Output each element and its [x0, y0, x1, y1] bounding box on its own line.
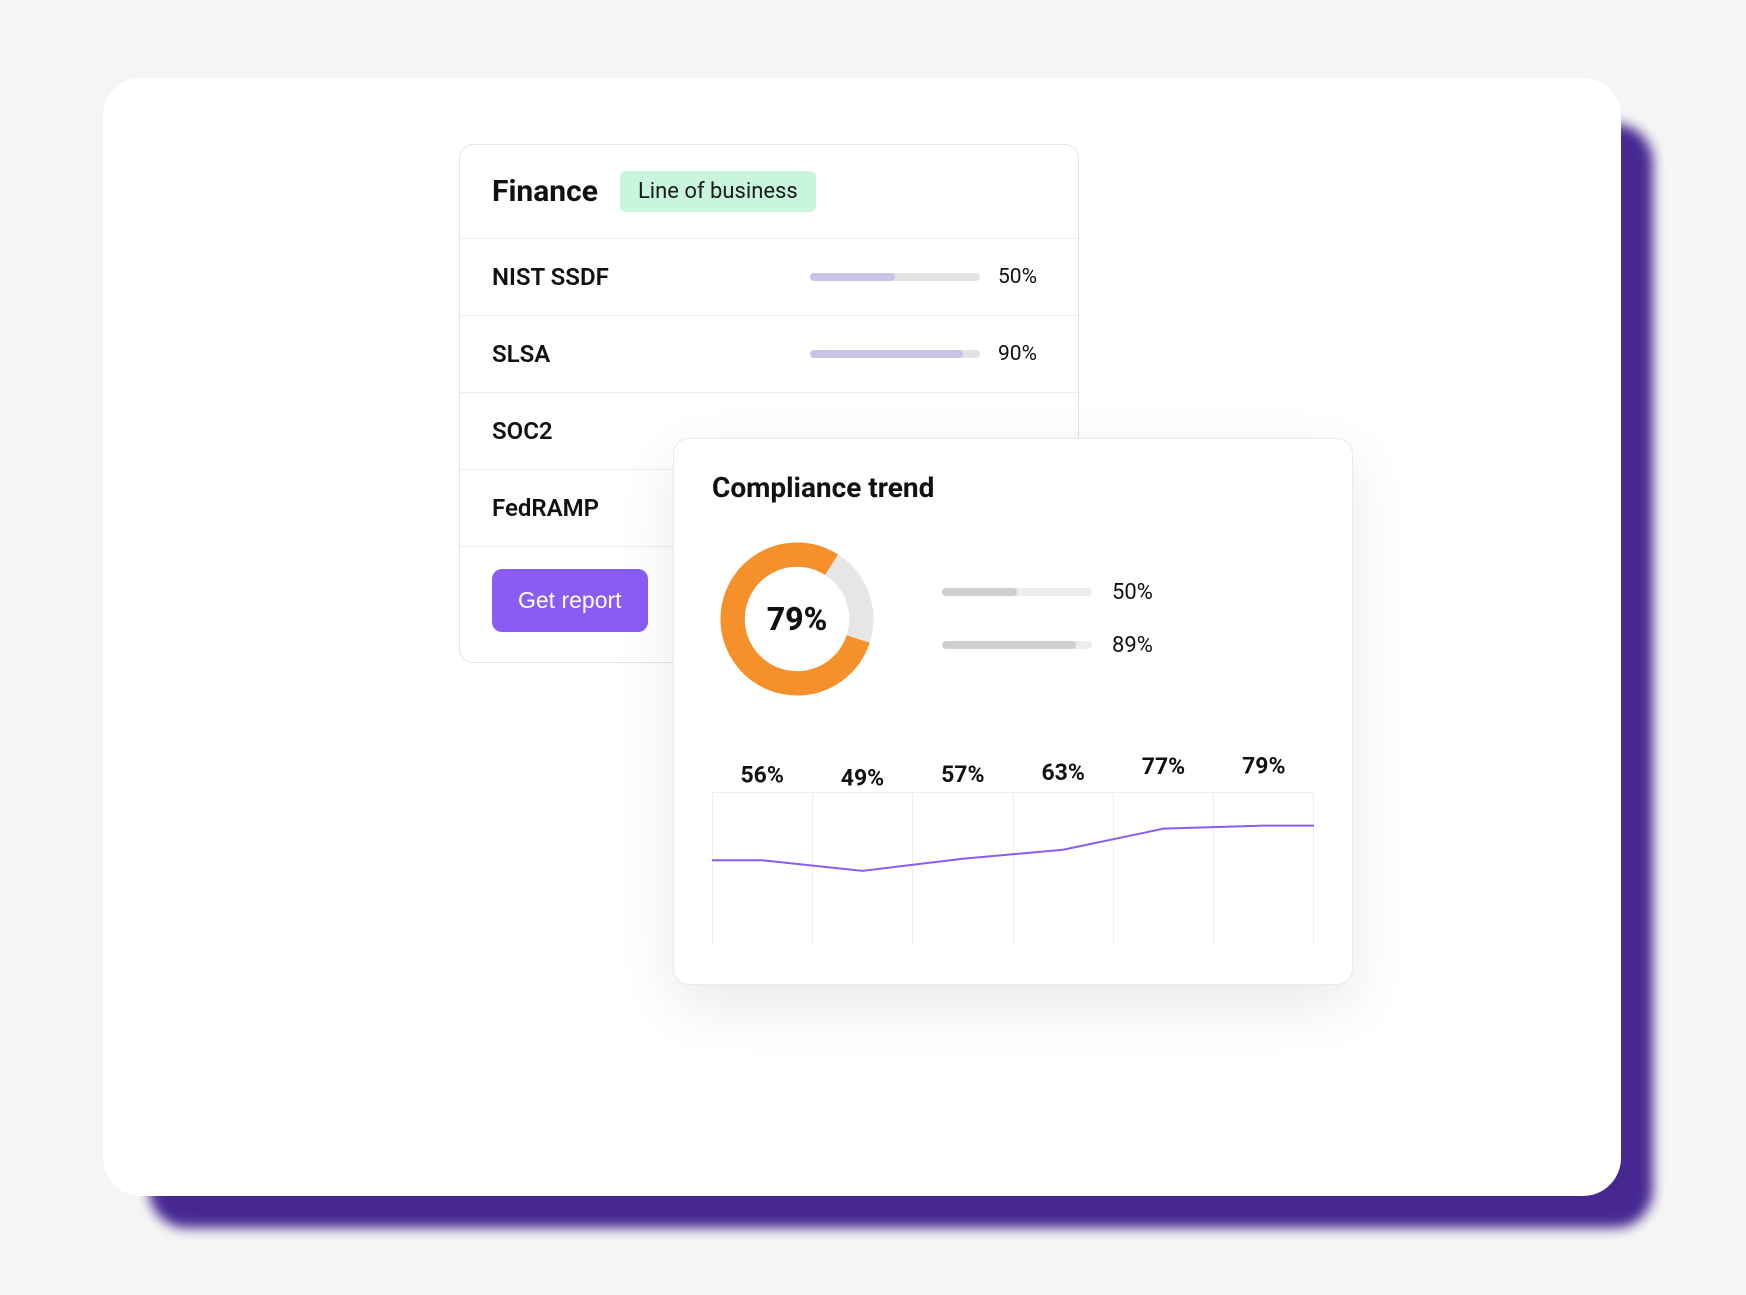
side-progress-percent: 89% — [1112, 633, 1153, 658]
progress-percent: 50% — [998, 265, 1046, 289]
line-of-business-badge: Line of business — [620, 171, 816, 212]
side-bar-row: 89% — [942, 633, 1153, 658]
framework-label: FedRAMP — [492, 494, 642, 522]
trend-title: Compliance trend — [712, 471, 1314, 504]
framework-row: NIST SSDF 50% — [460, 239, 1078, 316]
main-container: Finance Line of business NIST SSDF 50% S… — [103, 78, 1621, 1196]
trend-side-bars: 50% 89% — [942, 580, 1153, 658]
finance-title: Finance — [492, 174, 598, 209]
trend-line-path — [712, 774, 1314, 945]
progress-bar — [810, 350, 980, 358]
donut-percent-label: 79% — [767, 600, 828, 638]
side-progress-bar — [942, 588, 1092, 596]
compliance-donut-chart: 79% — [712, 534, 882, 704]
side-progress-percent: 50% — [1112, 580, 1153, 605]
progress-fill — [810, 273, 895, 281]
progress-percent: 90% — [998, 342, 1046, 366]
get-report-button[interactable]: Get report — [492, 569, 648, 632]
framework-progress: 90% — [810, 342, 1046, 366]
framework-label: NIST SSDF — [492, 263, 642, 291]
finance-card-header: Finance Line of business — [460, 145, 1078, 239]
trend-top-row: 79% 50% 89% — [712, 534, 1314, 704]
side-bar-row: 50% — [942, 580, 1153, 605]
trend-value-labels: 56% 49% 57% 63% 77% 79% — [712, 744, 1314, 771]
trend-line-chart: 56% 49% 57% 63% 77% 79% — [712, 744, 1314, 944]
side-progress-fill — [942, 588, 1017, 596]
progress-fill — [810, 350, 963, 358]
framework-label: SOC2 — [492, 417, 642, 445]
framework-progress: 50% — [810, 265, 1046, 289]
compliance-trend-card: Compliance trend 79% 50% — [673, 438, 1353, 985]
framework-label: SLSA — [492, 340, 642, 368]
side-progress-bar — [942, 641, 1092, 649]
progress-bar — [810, 273, 980, 281]
framework-row: SLSA 90% — [460, 316, 1078, 393]
side-progress-fill — [942, 641, 1076, 649]
